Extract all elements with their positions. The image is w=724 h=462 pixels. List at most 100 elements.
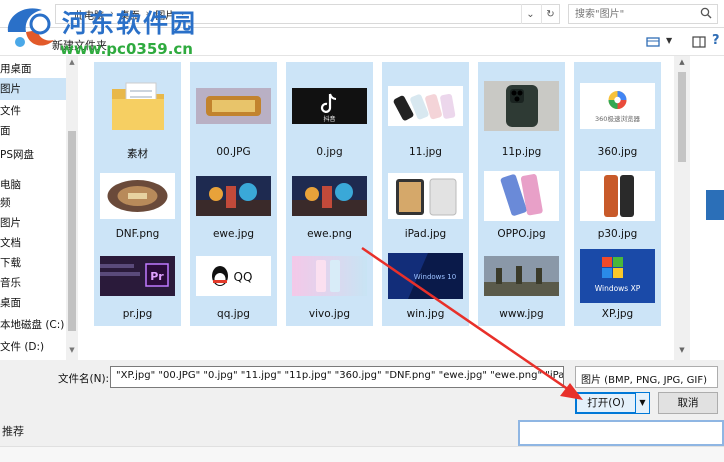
nav-item[interactable]: 下载 [0, 252, 66, 274]
file-item[interactable]: 00.JPG [190, 62, 277, 166]
filetype-select[interactable]: 图片 (BMP, PNG, JPG, GIF) [575, 366, 718, 388]
file-item[interactable]: DNF.png [94, 164, 181, 246]
background-window-fragment [706, 190, 724, 220]
file-thumbnail: Windows XP [580, 248, 655, 304]
file-name: qq.jpg [217, 308, 250, 320]
scroll-up-icon[interactable]: ▲ [67, 58, 77, 68]
premiere-thumbnail: Pr [100, 256, 175, 296]
file-scroll-thumb[interactable] [678, 72, 686, 162]
file-name: OPPO.jpg [497, 228, 546, 240]
thumb-text: 360极速浏览器 [595, 114, 640, 123]
refresh-button[interactable]: ↻ [541, 4, 559, 24]
view-options-icon[interactable] [646, 36, 660, 48]
cancel-button[interactable]: 取消 [658, 392, 718, 414]
address-dropdown-button[interactable]: ⌄ [521, 4, 539, 24]
file-name: 360.jpg [597, 146, 638, 158]
file-item[interactable]: QQ qq.jpg [190, 244, 277, 326]
nav-scrollbar[interactable]: ▲ ▼ [66, 56, 78, 360]
file-thumbnail: Pr [100, 248, 175, 304]
thumb-text: Pr [150, 270, 164, 283]
thumb-text: Windows XP [595, 284, 641, 293]
help-icon[interactable]: ? [712, 33, 720, 48]
nav-item[interactable]: 用桌面 [0, 58, 66, 80]
file-name: pr.jpg [122, 308, 153, 320]
file-thumbnail [484, 248, 559, 304]
file-item[interactable]: 抖音 0.jpg [286, 62, 373, 166]
file-thumbnail [100, 168, 175, 224]
game-thumbnail [196, 88, 271, 124]
file-item[interactable]: iPad.jpg [382, 164, 469, 246]
file-thumbnail [484, 168, 559, 224]
chevron-down-icon: ▼ [639, 398, 646, 407]
file-item[interactable] [94, 328, 181, 360]
file-item[interactable]: Pr pr.jpg [94, 244, 181, 326]
file-item[interactable]: ewe.png [286, 164, 373, 246]
file-item[interactable]: 11.jpg [382, 62, 469, 166]
oppo-thumbnail [484, 171, 559, 221]
file-thumbnail [100, 338, 175, 360]
phones-thumbnail [388, 86, 463, 126]
file-thumbnail [388, 72, 463, 140]
file-item[interactable]: ewe.jpg [190, 164, 277, 246]
file-item[interactable]: vivo.jpg [286, 244, 373, 326]
filename-label: 文件名(N): [58, 373, 110, 385]
watermark-title: 河东软件园 [62, 9, 198, 38]
scroll-down-icon[interactable]: ▼ [677, 346, 687, 354]
file-scrollbar[interactable]: ▲ ▼ [674, 56, 690, 360]
action-thumbnail [292, 176, 367, 216]
file-item[interactable]: OPPO.jpg [478, 164, 565, 246]
view-dropdown-icon[interactable]: ▼ [666, 36, 672, 45]
file-name: win.jpg [406, 308, 445, 320]
nav-item[interactable]: 频 [0, 192, 66, 214]
file-name: 素材 [127, 148, 148, 160]
file-thumbnail: QQ [196, 248, 271, 304]
file-thumbnail [388, 168, 463, 224]
nav-item[interactable]: 图片 [0, 212, 66, 234]
nav-scroll-thumb[interactable] [68, 131, 76, 331]
file-thumbnail [292, 248, 367, 304]
file-item[interactable]: www.jpg [478, 244, 565, 326]
file-name: 00.JPG [216, 146, 251, 158]
background-window-strip [0, 446, 724, 462]
pubg-thumbnail [484, 256, 559, 296]
file-thumbnail: 抖音 [292, 72, 367, 140]
nav-item[interactable]: 面 [0, 120, 66, 142]
dnf-thumbnail [100, 173, 175, 219]
file-item[interactable]: p30.jpg [574, 164, 661, 246]
file-thumbnail [100, 72, 175, 140]
nav-item[interactable]: 音乐 [0, 272, 66, 294]
nav-item[interactable]: 本地磁盘 (C:) [0, 314, 66, 336]
p30-thumbnail [580, 171, 655, 221]
file-item[interactable]: 360极速浏览器 360.jpg [574, 62, 661, 166]
browser360-thumbnail: 360极速浏览器 [580, 83, 655, 129]
search-icon[interactable] [700, 7, 712, 19]
file-list: 素材 00.JPG 抖音 0.jpg 11.jpg 11p.jpg 360极速浏览器 360.… [80, 56, 674, 360]
nav-item[interactable]: 桌面 [0, 292, 66, 314]
windows10-thumbnail: Windows 10 [388, 253, 463, 299]
folder-icon [111, 82, 164, 130]
search-input[interactable] [568, 4, 718, 24]
scroll-up-icon[interactable]: ▲ [677, 58, 687, 66]
nav-item[interactable]: 文件 (D:) [0, 336, 66, 358]
open-button[interactable]: 打开(O) [575, 392, 637, 414]
file-name: www.jpg [499, 308, 544, 320]
nav-item[interactable]: 文档 [0, 232, 66, 254]
open-dropdown-button[interactable]: ▼ [636, 392, 650, 414]
nav-item[interactable]: 文件 [0, 100, 66, 122]
vivo-thumbnail [292, 256, 367, 296]
nav-item[interactable]: PS网盘 [0, 144, 66, 166]
filename-input[interactable]: "XP.jpg" "00.JPG" "0.jpg" "11.jpg" "11p.… [110, 366, 564, 388]
file-name: 11p.jpg [501, 146, 542, 158]
preview-pane-icon[interactable] [692, 36, 706, 48]
scroll-down-icon[interactable]: ▼ [67, 346, 77, 356]
nav-item[interactable]: 图片 [0, 78, 66, 100]
file-thumbnail: 360极速浏览器 [580, 72, 655, 140]
file-name: XP.jpg [601, 308, 634, 320]
file-item[interactable]: Windows XP XP.jpg [574, 244, 661, 326]
file-thumbnail [484, 72, 559, 140]
file-item[interactable]: 素材 [94, 62, 181, 166]
tiktok-thumbnail: 抖音 [292, 88, 367, 124]
qq-thumbnail: QQ [196, 256, 271, 296]
file-item[interactable]: Windows 10 win.jpg [382, 244, 469, 326]
file-item[interactable]: 11p.jpg [478, 62, 565, 166]
